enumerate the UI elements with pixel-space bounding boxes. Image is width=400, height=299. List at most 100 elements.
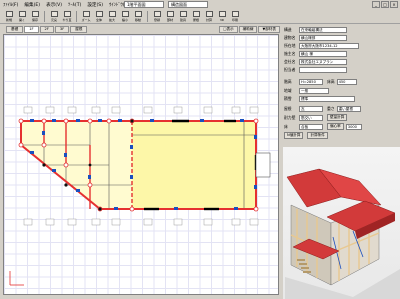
toolbar-separator bbox=[76, 11, 77, 22]
prop-row: 所在地 大阪府大阪市1234-12 bbox=[284, 42, 359, 49]
guide-line-button[interactable]: 補助線 bbox=[238, 25, 258, 33]
tab-3f[interactable]: 3F bbox=[54, 25, 70, 33]
fit-icon bbox=[95, 11, 103, 17]
dimension-row-top bbox=[23, 106, 259, 114]
window-controls: _ □ × bbox=[372, 1, 398, 8]
zoom-in-button[interactable]: 拡大 bbox=[106, 11, 118, 23]
brace-select[interactable]: 筋交い bbox=[299, 114, 323, 121]
region-select[interactable]: 一般 bbox=[299, 87, 329, 94]
building-name-field[interactable]: 横山様邸 bbox=[299, 34, 347, 41]
n-value-button[interactable]: N値計算 bbox=[284, 132, 304, 139]
floor-select[interactable]: 1階平面図 bbox=[124, 1, 164, 8]
toolbar-separator bbox=[147, 11, 148, 22]
origin-axis bbox=[9, 271, 24, 286]
floor-tabs: 基礎 1F 2F 3F 屋根 □表示 補助線 ▼部材表 bbox=[0, 25, 280, 33]
menu-settings[interactable]: 設定(S) bbox=[87, 2, 103, 8]
prop-row: N値計算 計算条件 bbox=[284, 132, 328, 139]
structure-select[interactable]: 在来軸組構法 bbox=[299, 26, 347, 33]
display-toggle[interactable]: □表示 bbox=[219, 25, 238, 33]
menu-view[interactable]: 表示(V) bbox=[46, 2, 62, 8]
hand-icon bbox=[134, 11, 142, 17]
member-list-button[interactable]: ▼部材表 bbox=[258, 25, 280, 33]
redo-icon bbox=[63, 11, 71, 17]
calc-condition-button[interactable]: 計算条件 bbox=[307, 132, 328, 139]
menu-tools[interactable]: ﾂｰﾙ(T) bbox=[68, 2, 81, 8]
snow-select[interactable]: 標準 bbox=[299, 95, 355, 102]
tab-1f[interactable]: 1F bbox=[24, 25, 39, 33]
fitting-button[interactable]: 建具 bbox=[177, 11, 189, 23]
print-button[interactable]: 印刷 bbox=[229, 11, 241, 23]
3d-view[interactable] bbox=[283, 147, 400, 299]
cube-icon bbox=[218, 11, 226, 17]
register-button[interactable]: 登録 bbox=[151, 11, 163, 23]
staff-field[interactable] bbox=[299, 66, 347, 73]
floor-height-field[interactable]: H=2850 bbox=[299, 78, 323, 85]
prop-row: 会社名 株式会社エヌプラン bbox=[284, 58, 347, 65]
eccentricity-button[interactable]: 偏心率 bbox=[327, 123, 344, 130]
value-field[interactable]: 3000 bbox=[345, 123, 362, 130]
roof-icon bbox=[192, 11, 200, 17]
fit-button[interactable]: 全体 bbox=[93, 11, 105, 23]
tab-2f[interactable]: 2F bbox=[39, 25, 54, 33]
address-field[interactable]: 大阪府大阪市1234-12 bbox=[299, 42, 359, 49]
company-field[interactable]: 株式会社エヌプラン bbox=[299, 58, 347, 65]
pan-button[interactable]: 移動 bbox=[132, 11, 144, 23]
calculator-icon bbox=[205, 11, 213, 17]
prop-row: 地域 一般 bbox=[284, 87, 329, 94]
wall-calc-button[interactable]: 壁量計算 bbox=[327, 114, 348, 121]
toolbar: 新規 開く 保存 元戻 やり直 ズーム 全体 拡大 縮小 移動 登録 部材 建具… bbox=[0, 10, 400, 24]
bay-window bbox=[255, 152, 271, 178]
door-icon bbox=[179, 11, 187, 17]
tab-foundation[interactable]: 基礎 bbox=[6, 25, 24, 33]
floor-plan bbox=[9, 106, 271, 286]
zoom-icon bbox=[82, 11, 90, 17]
new-button[interactable]: 新規 bbox=[3, 11, 15, 23]
undo-icon bbox=[50, 11, 58, 17]
prop-row: 床 合板 偏心率 3000 bbox=[284, 123, 362, 130]
prop-row: 屋根 瓦 重さ 重い屋根 bbox=[284, 105, 361, 112]
zoom-button[interactable]: ズーム bbox=[80, 11, 92, 23]
owner-field[interactable]: 横山 様 bbox=[299, 50, 347, 57]
menu-file[interactable]: ﾌｧｲﾙ(F) bbox=[3, 2, 18, 8]
close-button[interactable]: × bbox=[390, 1, 398, 8]
house-3d-model bbox=[285, 168, 400, 299]
open-button[interactable]: 開く bbox=[16, 11, 28, 23]
zoom-in-icon bbox=[108, 11, 116, 17]
register-icon bbox=[153, 11, 161, 17]
drawing-select[interactable]: 構造図面 bbox=[168, 1, 208, 8]
property-panel: 構造 在来軸組構法 建物名 横山様邸 所在地 大阪府大阪市1234-12 施主名 横山 … bbox=[281, 24, 400, 146]
folder-icon bbox=[18, 11, 26, 17]
prop-row: 担当者 bbox=[284, 66, 347, 73]
prop-row: 構造 在来軸組構法 bbox=[284, 26, 347, 33]
member-button[interactable]: 部材 bbox=[164, 11, 176, 23]
printer-icon bbox=[231, 11, 239, 17]
floor-level-field[interactable]: 450 bbox=[336, 78, 357, 85]
prop-row: 階高 H=2850 床高 450 bbox=[284, 78, 357, 85]
redo-button[interactable]: やり直 bbox=[61, 11, 73, 23]
minimize-button[interactable]: _ bbox=[372, 1, 380, 8]
roof-button[interactable]: 屋根 bbox=[190, 11, 202, 23]
maximize-button[interactable]: □ bbox=[381, 1, 389, 8]
calc-button[interactable]: 計算 bbox=[203, 11, 215, 23]
menu-edit[interactable]: 編集(E) bbox=[24, 2, 40, 8]
3d-button[interactable]: 3D bbox=[216, 11, 228, 23]
main-room-fill bbox=[132, 121, 256, 209]
save-icon bbox=[31, 11, 39, 17]
prop-row: 建物名 横山様邸 bbox=[284, 34, 347, 41]
new-icon bbox=[5, 11, 13, 17]
zoom-out-button[interactable]: 縮小 bbox=[119, 11, 131, 23]
plan-canvas[interactable] bbox=[3, 34, 279, 295]
roof-weight-select[interactable]: 重い屋根 bbox=[336, 105, 361, 112]
undo-button[interactable]: 元戻 bbox=[48, 11, 60, 23]
zoom-out-icon bbox=[121, 11, 129, 17]
toolbar-separator bbox=[44, 11, 45, 22]
prop-row: 積雪 標準 bbox=[284, 95, 355, 102]
roof-select[interactable]: 瓦 bbox=[299, 105, 323, 112]
floor-select-field[interactable]: 合板 bbox=[299, 123, 323, 130]
dimension-row-bottom bbox=[23, 218, 259, 226]
save-button[interactable]: 保存 bbox=[29, 11, 41, 23]
prop-row: 耐力壁 筋交い 壁量計算 bbox=[284, 114, 348, 121]
tab-roof[interactable]: 屋根 bbox=[70, 25, 88, 33]
member-icon bbox=[166, 11, 174, 17]
prop-row: 施主名 横山 様 bbox=[284, 50, 347, 57]
